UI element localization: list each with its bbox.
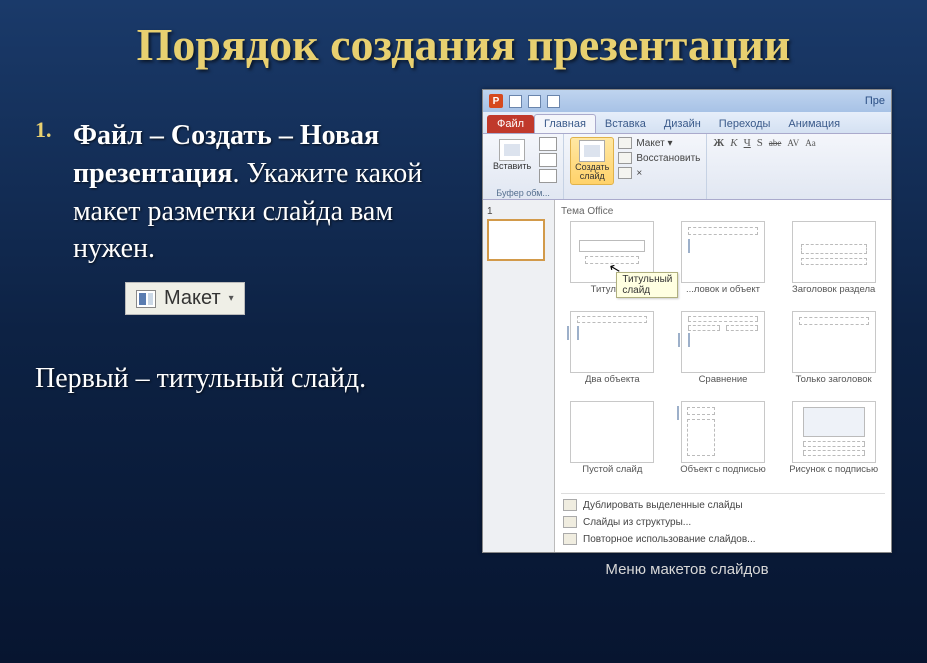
ribbon: Вставить Буфер обм... Со (483, 134, 891, 200)
group-slides-label (570, 187, 700, 198)
gallery-menu: Дублировать выделенные слайды Слайды из … (561, 493, 885, 546)
menu-duplicate[interactable]: Дублировать выделенные слайды (561, 498, 885, 512)
layout-opt-blank[interactable]: Пустой слайд (561, 401, 664, 485)
list-number: 1. (35, 117, 69, 143)
layout-label: Рисунок с подписью (789, 465, 878, 485)
dropdown-caret-icon: ▾ (229, 293, 234, 304)
layout-opt-title-content[interactable]: ...ловок и объект (672, 221, 775, 305)
layout-label: Сравнение (699, 375, 748, 395)
layout-label: Только заголовок (796, 375, 872, 395)
layout-opt-picture-caption[interactable]: Рисунок с подписью (782, 401, 885, 485)
layout-gallery: Тема Office ↖ Титульный слайд Титульн... (555, 200, 891, 552)
window-title: Пре (865, 95, 885, 107)
tab-design[interactable]: Дизайн (655, 115, 710, 133)
paste-label: Вставить (493, 162, 531, 171)
thumb-number: 1 (487, 206, 550, 217)
tab-home[interactable]: Главная (534, 114, 596, 133)
reset-label: Восстановить (636, 153, 700, 164)
layout-opt-section-header[interactable]: Заголовок раздела (782, 221, 885, 305)
layout-tooltip: Титульный слайд (616, 272, 678, 298)
tab-animation[interactable]: Анимация (779, 115, 849, 133)
shadow-button[interactable]: S (757, 137, 763, 150)
new-slide-icon (579, 140, 605, 162)
layout-label: Два объекта (585, 375, 640, 395)
file-tab[interactable]: Файл (487, 115, 534, 133)
strike-button[interactable]: abe (769, 138, 782, 149)
workspace: 1 Тема Office ↖ Титульный слайд (483, 200, 891, 552)
app-icon: P (489, 94, 503, 108)
paste-button[interactable]: Вставить (489, 137, 535, 173)
layout-label: Заголовок раздела (792, 285, 875, 305)
layout-icon (136, 290, 156, 308)
ribbon-tabs: Файл Главная Вставка Дизайн Переходы Ани… (483, 112, 891, 134)
cut-icon[interactable] (539, 137, 557, 151)
menu-reuse-slides[interactable]: Повторное использование слайдов... (561, 532, 885, 546)
delete-slide-button[interactable]: × (618, 167, 700, 179)
italic-button[interactable]: К (730, 137, 737, 150)
layout-mini-label: Макет ▾ (636, 138, 672, 149)
paste-icon (499, 139, 525, 161)
tab-transitions[interactable]: Переходы (710, 115, 780, 133)
menu-label: Повторное использование слайдов... (583, 534, 756, 545)
group-clipboard-label: Буфер обм... (489, 187, 557, 198)
format-painter-icon[interactable] (539, 169, 557, 183)
group-font: Ж К Ч S abe AV Aa (707, 134, 821, 199)
underline-button[interactable]: Ч (744, 137, 751, 150)
layout-label: ...ловок и объект (686, 285, 760, 305)
paragraph-2: Первый – титульный слайд. (35, 363, 462, 395)
quick-access-toolbar: P Пре (483, 90, 891, 112)
qat-save-icon[interactable] (509, 95, 522, 108)
layout-opt-two-content[interactable]: Два объекта (561, 311, 664, 395)
group-slides: Создать слайд Макет ▾ Восстановить × (564, 134, 707, 199)
layout-label: Объект с подписью (680, 465, 765, 485)
powerpoint-screenshot: P Пре Файл Главная Вставка Дизайн Перехо… (482, 89, 892, 553)
reuse-icon (563, 533, 577, 545)
qat-undo-icon[interactable] (528, 95, 541, 108)
slide-title: Порядок создания презентации (0, 0, 927, 79)
layout-button-label: Макет (164, 287, 221, 310)
layout-opt-comparison[interactable]: Сравнение (672, 311, 775, 395)
layout-mini-button[interactable]: Макет ▾ (618, 137, 700, 149)
outline-icon (563, 516, 577, 528)
left-column: 1. Файл – Создать – Новая презентация. У… (35, 79, 462, 578)
menu-label: Слайды из структуры... (583, 517, 691, 528)
spacing-button[interactable]: AV (787, 138, 799, 149)
slide-thumbnails-pane: 1 (483, 200, 555, 552)
menu-from-outline[interactable]: Слайды из структуры... (561, 515, 885, 529)
delete-label: × (636, 168, 642, 179)
menu-label: Дублировать выделенные слайды (583, 500, 743, 511)
layout-mini-icon (618, 137, 632, 149)
numbered-list: 1. Файл – Создать – Новая презентация. У… (35, 79, 462, 268)
list-item-1: Файл – Создать – Новая презентация. Укаж… (73, 117, 453, 268)
reset-icon (618, 152, 632, 164)
new-slide-label: Создать слайд (575, 163, 609, 182)
delete-icon (618, 167, 632, 179)
tab-insert[interactable]: Вставка (596, 115, 655, 133)
copy-icon[interactable] (539, 153, 557, 167)
layout-opt-content-caption[interactable]: Объект с подписью (672, 401, 775, 485)
layout-opt-title-slide[interactable]: ↖ Титульный слайд Титульн... (561, 221, 664, 305)
figure-caption: Меню макетов слайдов (482, 561, 892, 578)
layout-opt-title-only[interactable]: Только заголовок (782, 311, 885, 395)
qat-redo-icon[interactable] (547, 95, 560, 108)
duplicate-icon (563, 499, 577, 511)
right-column: P Пре Файл Главная Вставка Дизайн Перехо… (482, 79, 892, 578)
layout-label: Пустой слайд (582, 465, 642, 485)
new-slide-button[interactable]: Создать слайд (570, 137, 614, 185)
reset-button[interactable]: Восстановить (618, 152, 700, 164)
slide-thumbnail-1[interactable] (487, 219, 545, 261)
gallery-title: Тема Office (561, 204, 885, 221)
group-clipboard: Вставить Буфер обм... (483, 134, 564, 199)
layout-button[interactable]: Макет ▾ (125, 282, 245, 315)
bold-button[interactable]: Ж (713, 137, 724, 150)
case-button[interactable]: Aa (805, 138, 816, 149)
